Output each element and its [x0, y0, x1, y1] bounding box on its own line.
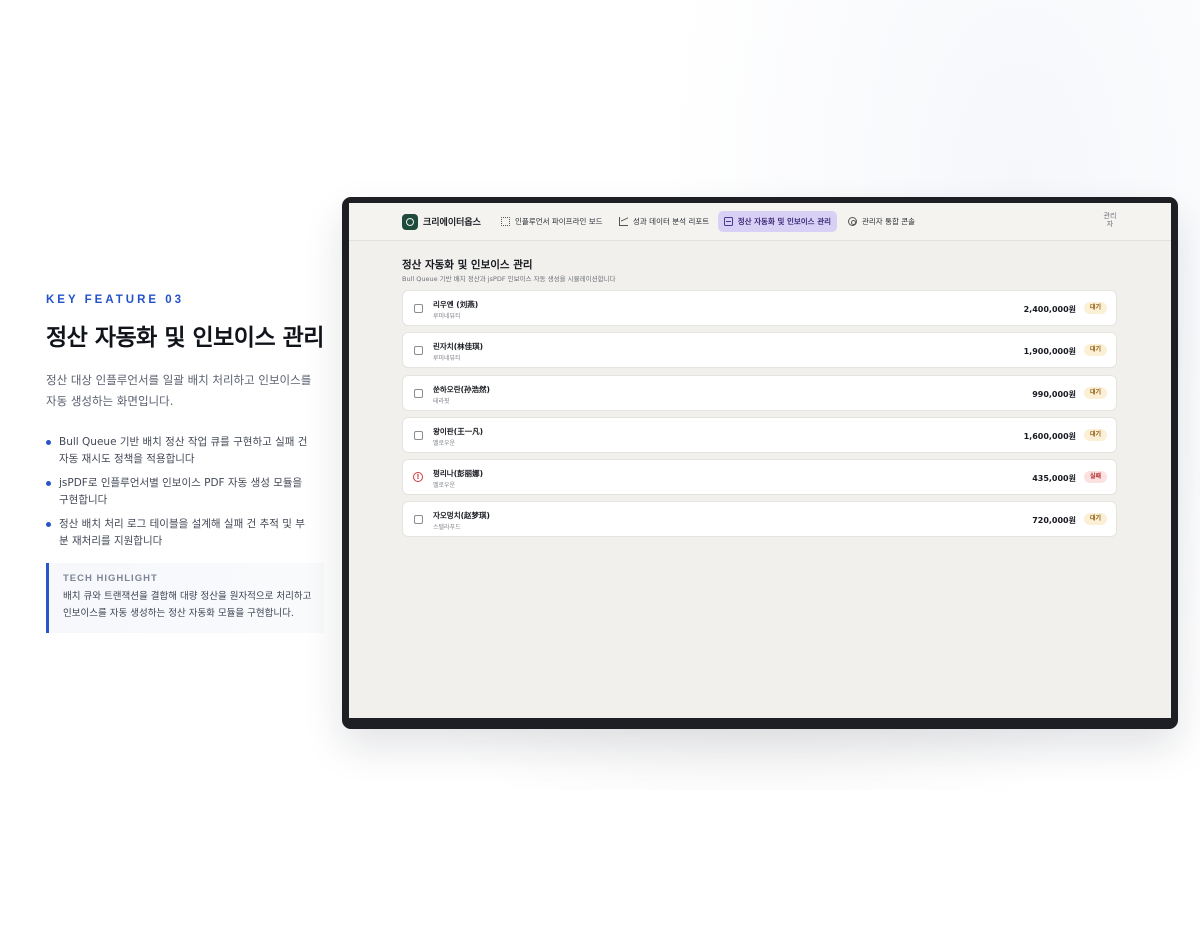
status-badge: 대기	[1083, 302, 1107, 314]
gear-icon	[848, 217, 857, 226]
nav-item-pipeline-board[interactable]: 인플루언서 파이프라인 보드	[495, 211, 609, 232]
settlement-amount: 2,400,000원	[1023, 305, 1076, 314]
agency-name: 스텔라푸드	[433, 524, 461, 532]
settlement-list: 리우옌 (刘燕) 루미네뷰티 2,400,000원 대기 린자치(林佳琪) 루미…	[402, 290, 1117, 544]
grid-icon	[501, 217, 510, 226]
card-icon	[724, 217, 733, 226]
feature-title: 정산 자동화 및 인보이스 관리	[46, 325, 324, 351]
agency-name: 루미네뷰티	[433, 313, 461, 320]
list-item[interactable]: 리우옌 (刘燕) 루미네뷰티 2,400,000원 대기	[402, 290, 1117, 326]
status-badge: 대기	[1083, 386, 1107, 399]
bullet-item: Bull Queue 기반 배치 정산 작업 큐를 구현하고 실패 건 자동 재…	[46, 434, 312, 467]
tech-highlight: TECH HIGHLIGHT 배치 큐와 트랜잭션을 결합해 대량 정산을 원자…	[46, 563, 324, 633]
row-checkbox[interactable]	[414, 304, 423, 313]
list-item[interactable]: 린자치(林佳琪) 루미네뷰티 1,900,000원 대기	[402, 332, 1117, 369]
status-badge: 실패	[1083, 471, 1107, 484]
settlement-amount: 435,000원	[1032, 474, 1076, 484]
page-title: 정산 자동화 및 인보이스 관리	[402, 259, 533, 271]
agency-name: 멜로우운	[433, 439, 456, 447]
influencer-name: 왕이판(王一凡)	[433, 426, 484, 436]
chart-icon	[619, 217, 628, 226]
feature-summary: 정산 대상 인플루언서를 일괄 배치 처리하고 인보이스를 자동 생성하는 화면…	[46, 373, 312, 408]
agency-name: 테라핏	[433, 397, 450, 405]
status-badge: 대기	[1083, 513, 1107, 526]
influencer-name: 자오멍치(赵梦琪)	[433, 511, 490, 521]
row-checkbox[interactable]	[414, 430, 423, 440]
status-badge: 대기	[1083, 428, 1107, 441]
influencer-name: 리우옌 (刘燕)	[433, 300, 479, 309]
agency-name: 루미네뷰티	[433, 355, 461, 363]
feature-bullets: Bull Queue 기반 배치 정산 작업 큐를 구현하고 실패 건 자동 재…	[46, 434, 326, 549]
list-item[interactable]: 왕이판(王一凡) 멜로우운 1,600,000원 대기	[402, 416, 1117, 453]
brand-name[interactable]: 크리에이터옵스	[423, 215, 481, 228]
influencer-name: 쑨하오란(孙浩然)	[433, 384, 490, 394]
feature-description: KEY FEATURE 03 정산 자동화 및 인보이스 관리 정산 대상 인플…	[46, 294, 326, 633]
influencer-name: 펑리나(彭丽娜)	[433, 469, 484, 479]
nav-item-analytics-report[interactable]: 성과 데이터 분석 리포트	[613, 211, 715, 232]
feature-kicker: KEY FEATURE 03	[46, 294, 185, 306]
bullet-item: jsPDF로 인플루언서별 인보이스 PDF 자동 생성 모듈을 구현합니다	[46, 475, 312, 508]
bullet-item: 정산 배치 처리 로그 테이블을 설계해 실패 건 추적 및 부분 재처리를 지…	[46, 516, 312, 549]
list-item[interactable]: 쑨하오란(孙浩然) 테라핏 990,000원 대기	[402, 374, 1117, 411]
app-nav: 크리에이터옵스 인플루언서 파이프라인 보드 성과 데이터 분석 리포트 정산 …	[349, 203, 1171, 241]
row-checkbox[interactable]	[414, 346, 423, 356]
app-screen: 크리에이터옵스 인플루언서 파이프라인 보드 성과 데이터 분석 리포트 정산 …	[349, 203, 1171, 718]
bullet-dot-icon	[46, 522, 51, 527]
settlement-amount: 720,000원	[1032, 516, 1076, 526]
bullet-dot-icon	[46, 481, 51, 486]
brand-logo-icon[interactable]	[402, 214, 418, 230]
influencer-name: 린자치(林佳琪)	[433, 342, 484, 352]
row-checkbox[interactable]	[414, 515, 423, 525]
page-subtitle: Bull Queue 기반 배치 정산과 jsPDF 인보이스 자동 생성을 시…	[402, 275, 616, 283]
agency-name: 멜로우운	[433, 482, 456, 490]
settlement-amount: 990,000원	[1032, 389, 1076, 399]
tech-highlight-text: 배치 큐와 트랜잭션을 결합해 대량 정산을 원자적으로 처리하고 인보이스를 …	[63, 591, 312, 619]
row-checkbox[interactable]	[414, 388, 423, 398]
bullet-dot-icon	[46, 440, 51, 445]
nav-item-admin-console[interactable]: 관리자 통합 콘솔	[842, 211, 921, 232]
settlement-amount: 1,900,000원	[1023, 347, 1076, 357]
device-frame: 크리에이터옵스 인플루언서 파이프라인 보드 성과 데이터 분석 리포트 정산 …	[342, 197, 1178, 729]
settlement-amount: 1,600,000원	[1023, 431, 1076, 441]
list-item[interactable]: 자오멍치(赵梦琪) 스텔라푸드 720,000원 대기	[402, 501, 1117, 538]
nav-item-settlement[interactable]: 정산 자동화 및 인보이스 관리	[718, 211, 837, 232]
tech-highlight-title: TECH HIGHLIGHT	[63, 573, 158, 584]
alert-circle-icon: !	[413, 472, 423, 483]
avatar[interactable]: 관리자	[1101, 212, 1119, 234]
list-item[interactable]: ! 펑리나(彭丽娜) 멜로우운 435,000원 실패	[402, 459, 1117, 496]
status-badge: 대기	[1083, 344, 1107, 357]
